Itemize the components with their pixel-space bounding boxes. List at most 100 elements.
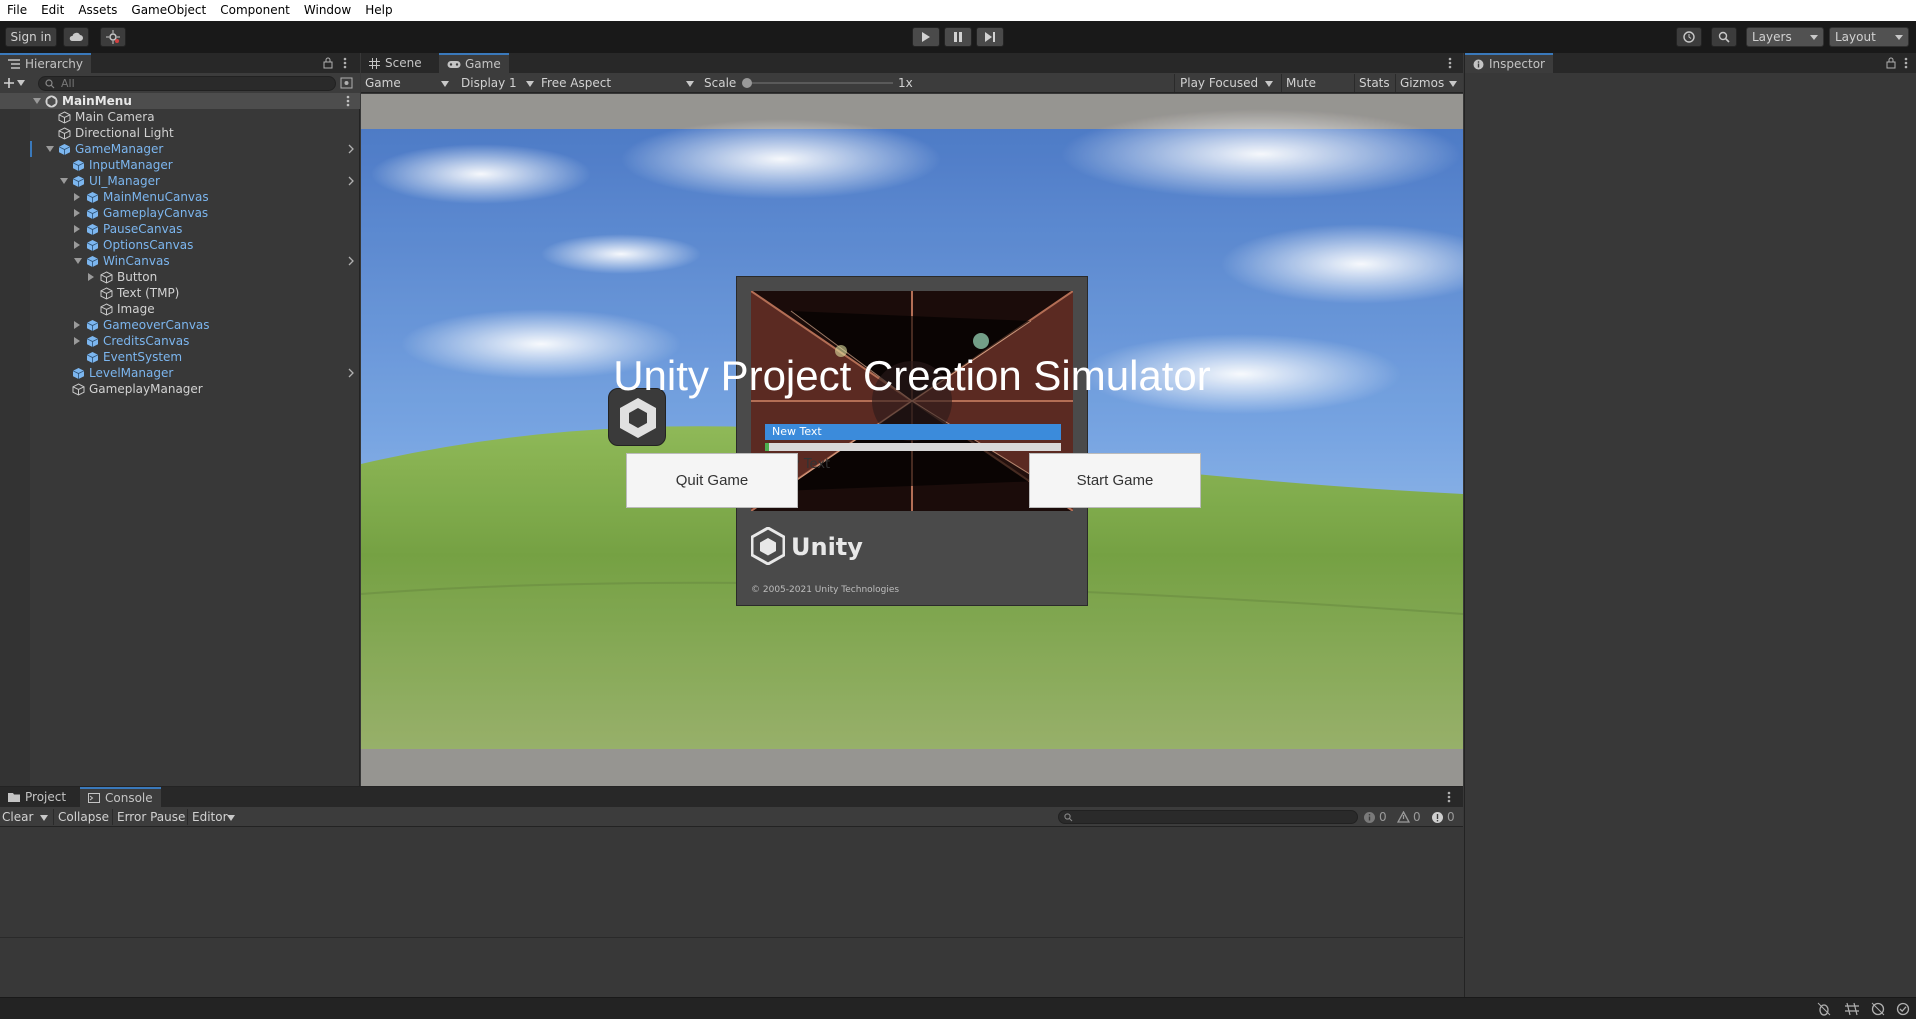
scene-kebab-icon[interactable]	[346, 95, 350, 107]
scene-row[interactable]: MainMenu	[0, 93, 360, 109]
step-button[interactable]	[976, 27, 1004, 47]
error-filter-toggle[interactable]: 0	[1431, 809, 1461, 825]
display-dropdown[interactable]: Display 1	[461, 74, 536, 92]
hierarchy-item[interactable]: WinCanvas	[0, 253, 360, 269]
open-prefab-chevron-icon[interactable]	[348, 144, 354, 154]
collapsed-arrow-icon[interactable]	[74, 209, 80, 217]
prefab-cube-icon	[86, 352, 99, 363]
tab-game[interactable]: Game	[439, 53, 509, 73]
menu-assets[interactable]: Assets	[71, 0, 124, 21]
check-icon[interactable]	[1896, 1002, 1910, 1016]
hierarchy-item-label: Directional Light	[75, 126, 174, 140]
performance-icon[interactable]	[1871, 1002, 1885, 1016]
menu-window[interactable]: Window	[297, 0, 358, 21]
log-count: 0	[1379, 810, 1387, 824]
hierarchy-item-label: WinCanvas	[103, 254, 170, 268]
mute-audio-toggle[interactable]: Mute Audio	[1281, 74, 1351, 108]
collapsed-arrow-icon[interactable]	[74, 321, 80, 329]
tab-project[interactable]: Project	[0, 787, 74, 807]
hierarchy-item[interactable]: InputManager	[0, 157, 360, 173]
console-search-input[interactable]	[1058, 810, 1358, 824]
menu-help[interactable]: Help	[358, 0, 399, 21]
prefab-cube-icon	[86, 240, 99, 251]
scene-visibility-icon[interactable]	[340, 77, 353, 89]
open-prefab-chevron-icon[interactable]	[348, 256, 354, 266]
hierarchy-item[interactable]: PauseCanvas	[0, 221, 360, 237]
network-icon[interactable]	[1844, 1002, 1860, 1016]
collapsed-arrow-icon[interactable]	[74, 225, 80, 233]
create-button[interactable]	[4, 76, 26, 90]
layers-dropdown[interactable]: Layers	[1746, 27, 1824, 47]
tab-console[interactable]: Console	[80, 787, 161, 807]
hierarchy-item[interactable]: GameplayCanvas	[0, 205, 360, 221]
hierarchy-item[interactable]: CreditsCanvas	[0, 333, 360, 349]
scale-slider-handle[interactable]	[742, 78, 752, 88]
tab-inspector[interactable]: Inspector	[1465, 53, 1553, 73]
expanded-arrow-icon[interactable]	[74, 258, 82, 264]
menu-gameobject[interactable]: GameObject	[124, 0, 213, 21]
hierarchy-item[interactable]: Directional Light	[0, 125, 360, 141]
expanded-arrow-icon[interactable]	[60, 178, 68, 184]
history-button[interactable]	[1676, 27, 1702, 47]
kebab-menu-icon[interactable]	[343, 57, 347, 69]
gizmos-dropdown[interactable]: Gizmos	[1395, 74, 1459, 92]
hierarchy-item[interactable]: Text (TMP)	[0, 285, 360, 301]
play-button[interactable]	[912, 27, 940, 47]
lock-icon[interactable]	[323, 57, 333, 69]
hierarchy-item-label: UI_Manager	[89, 174, 160, 188]
collapse-toggle[interactable]: Collapse	[53, 809, 109, 825]
pause-button[interactable]	[944, 27, 972, 47]
game-mode-dropdown[interactable]: Game	[364, 74, 454, 92]
start-game-button[interactable]: Start Game	[1029, 453, 1201, 508]
collapsed-arrow-icon[interactable]	[74, 193, 80, 201]
hierarchy-item[interactable]: Image	[0, 301, 360, 317]
menu-component[interactable]: Component	[213, 0, 297, 21]
open-prefab-chevron-icon[interactable]	[348, 176, 354, 186]
hierarchy-item[interactable]: GameManager	[0, 141, 360, 157]
inspector-lock-icon[interactable]	[1886, 57, 1896, 69]
folder-icon	[8, 793, 20, 802]
quit-game-button[interactable]: Quit Game	[626, 453, 798, 508]
layout-label: Layout	[1835, 30, 1876, 44]
hierarchy-item[interactable]: GameoverCanvas	[0, 317, 360, 333]
cloud-button[interactable]	[63, 27, 89, 47]
play-focused-dropdown[interactable]: Play Focused	[1174, 74, 1278, 92]
tab-scene[interactable]: Scene	[361, 53, 430, 73]
menu-file[interactable]: File	[0, 0, 34, 21]
game-render-area[interactable]: New Text y Text Unity © 2005-2021 Unity …	[361, 94, 1463, 786]
search-button[interactable]	[1711, 27, 1737, 47]
hierarchy-item[interactable]: UI_Manager	[0, 173, 360, 189]
hierarchy-item[interactable]: LevelManager	[0, 365, 360, 381]
game-view-panel: Scene Game Game Display 1 Free Aspect Sc…	[361, 53, 1463, 786]
scale-slider-track[interactable]	[745, 82, 893, 84]
open-prefab-chevron-icon[interactable]	[348, 368, 354, 378]
bug-icon[interactable]	[1817, 1002, 1831, 1016]
console-kebab-icon[interactable]	[1447, 791, 1451, 803]
hierarchy-item[interactable]: Button	[0, 269, 360, 285]
hierarchy-item-label: OptionsCanvas	[103, 238, 194, 252]
clear-button[interactable]: Clear	[2, 809, 50, 825]
error-pause-toggle[interactable]: Error Pause	[112, 809, 186, 825]
collapsed-arrow-icon[interactable]	[88, 273, 94, 281]
aspect-dropdown[interactable]: Free Aspect	[541, 74, 696, 92]
collab-button[interactable]	[100, 27, 126, 47]
warning-filter-toggle[interactable]: 0	[1397, 809, 1427, 825]
hierarchy-item[interactable]: Main Camera	[0, 109, 360, 125]
hierarchy-item[interactable]: OptionsCanvas	[0, 237, 360, 253]
collapsed-arrow-icon[interactable]	[74, 241, 80, 249]
sign-in-button[interactable]: Sign in	[5, 27, 57, 47]
menu-edit[interactable]: Edit	[34, 0, 71, 21]
hierarchy-item[interactable]: MainMenuCanvas	[0, 189, 360, 205]
editor-dropdown[interactable]: Editor	[187, 809, 237, 825]
collapsed-arrow-icon[interactable]	[74, 337, 80, 345]
layout-dropdown[interactable]: Layout	[1829, 27, 1909, 47]
hierarchy-item[interactable]: EventSystem	[0, 349, 360, 365]
tab-hierarchy[interactable]: Hierarchy	[0, 53, 92, 73]
view-kebab-icon[interactable]	[1448, 57, 1452, 69]
expanded-arrow-icon[interactable]	[46, 146, 54, 152]
log-filter-toggle[interactable]: 0	[1363, 809, 1393, 825]
hierarchy-search-input[interactable]: All	[38, 76, 336, 91]
hierarchy-item[interactable]: GameplayManager	[0, 381, 360, 397]
stats-toggle[interactable]: Stats	[1354, 74, 1392, 92]
inspector-kebab-icon[interactable]	[1904, 57, 1908, 69]
